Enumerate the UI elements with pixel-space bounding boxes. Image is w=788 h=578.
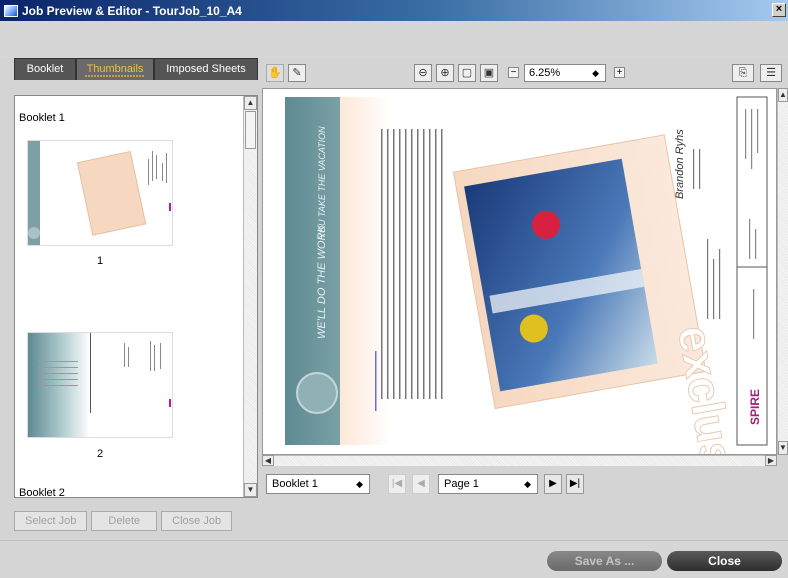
preview-canvas[interactable]: WE'LL DO THE WORK YOU TAKE THE VACATION … — [262, 88, 777, 455]
delete-button[interactable]: Delete — [91, 511, 158, 531]
left-panel: Booklet Thumbnails Imposed Sheets Bookle… — [8, 58, 260, 498]
select-job-button[interactable]: Select Job — [14, 511, 88, 531]
preview-toolbar: ✋ ✎ ⊖ ⊕ ▢ ▣ − 6.25% ◆ + ⎘ ☰ — [262, 58, 788, 88]
window-title: Job Preview & Editor - TourJob_10_A4 — [22, 3, 242, 18]
save-as-button[interactable]: Save As ... — [547, 551, 662, 571]
canvas-scroll-up-icon[interactable]: ▲ — [778, 88, 788, 102]
zoom-decrease-button[interactable]: − — [508, 67, 519, 78]
job-buttons: Select Job Delete Close Job — [14, 511, 233, 531]
zoom-in-icon[interactable]: ⊕ — [436, 64, 454, 82]
canvas-vertical-scrollbar[interactable]: ▲ ▼ — [777, 88, 788, 455]
last-page-icon[interactable]: ▶| — [566, 474, 584, 494]
page-select-value: Page 1 — [444, 478, 479, 490]
page-layout-icon[interactable]: ⎘ — [732, 64, 754, 82]
header-band — [0, 21, 788, 58]
page-number-1: 1 — [96, 255, 104, 267]
print-settings-icon[interactable]: ☰ — [760, 64, 782, 82]
close-window-button[interactable]: × — [772, 3, 786, 17]
tab-imposed-sheets[interactable]: Imposed Sheets — [154, 58, 258, 80]
canvas-scroll-right-icon[interactable]: ▶ — [765, 455, 777, 466]
page-2-preview — [28, 333, 171, 437]
first-page-icon[interactable]: |◀ — [388, 474, 406, 494]
tab-booklet[interactable]: Booklet — [14, 58, 76, 80]
booklet-2-label[interactable]: Booklet 2 — [19, 487, 65, 497]
bottom-bar: Save As ... Close — [0, 540, 788, 578]
previous-page-icon[interactable]: ◀ — [412, 474, 430, 494]
eyedropper-icon[interactable]: ✎ — [288, 64, 306, 82]
page-1-preview — [28, 141, 171, 245]
tagline-bottom: WE'LL DO THE WORK — [316, 225, 328, 339]
scroll-thumb[interactable] — [245, 111, 256, 149]
fit-page-icon[interactable]: ▢ — [458, 64, 476, 82]
scroll-down-icon[interactable]: ▼ — [244, 483, 257, 497]
canvas-horizontal-scrollbar[interactable]: ◀ ▶ — [262, 455, 777, 466]
booklet-select[interactable]: Booklet 1 ◆ — [266, 474, 370, 494]
canvas-scroll-left-icon[interactable]: ◀ — [262, 455, 274, 466]
tab-thumbnails[interactable]: Thumbnails — [76, 58, 154, 80]
zoom-increase-button[interactable]: + — [614, 67, 625, 78]
page-preview: WE'LL DO THE WORK YOU TAKE THE VACATION … — [285, 96, 768, 454]
tagline-top: YOU TAKE THE VACATION — [317, 126, 327, 239]
page-number-2: 2 — [96, 448, 104, 460]
thumbnail-list[interactable]: Booklet 1 1 2 Booklet 2 ▲ ▼ — [14, 95, 258, 498]
next-page-icon[interactable]: ▶ — [544, 474, 562, 494]
hand-tool-icon[interactable]: ✋ — [266, 64, 284, 82]
close-job-button[interactable]: Close Job — [161, 511, 233, 531]
chevron-updown-icon: ◆ — [592, 68, 599, 78]
chevron-updown-icon: ◆ — [356, 479, 363, 489]
zoom-out-icon[interactable]: ⊖ — [414, 64, 432, 82]
brand-logo: SPIRE — [748, 389, 762, 425]
app-icon — [4, 4, 18, 17]
zoom-value: 6.25% — [529, 67, 561, 79]
page-select[interactable]: Page 1 ◆ — [438, 474, 538, 494]
signature-text: Brandon Ryhs — [674, 129, 686, 199]
chevron-updown-icon: ◆ — [524, 479, 531, 489]
zoom-select[interactable]: 6.25% ◆ — [524, 64, 606, 82]
page-thumbnail-2[interactable] — [27, 332, 173, 438]
close-button[interactable]: Close — [667, 551, 782, 571]
canvas-scroll-down-icon[interactable]: ▼ — [778, 441, 788, 455]
thumbnail-scrollbar[interactable]: ▲ ▼ — [243, 96, 257, 497]
booklet-1-label[interactable]: Booklet 1 — [19, 112, 65, 124]
actual-size-icon[interactable]: ▣ — [480, 64, 498, 82]
scroll-up-icon[interactable]: ▲ — [244, 96, 257, 110]
view-tabs: Booklet Thumbnails Imposed Sheets — [14, 58, 258, 80]
page-thumbnail-1[interactable] — [27, 140, 173, 246]
booklet-select-value: Booklet 1 — [272, 478, 318, 490]
title-bar: Job Preview & Editor - TourJob_10_A4 × — [0, 0, 788, 21]
